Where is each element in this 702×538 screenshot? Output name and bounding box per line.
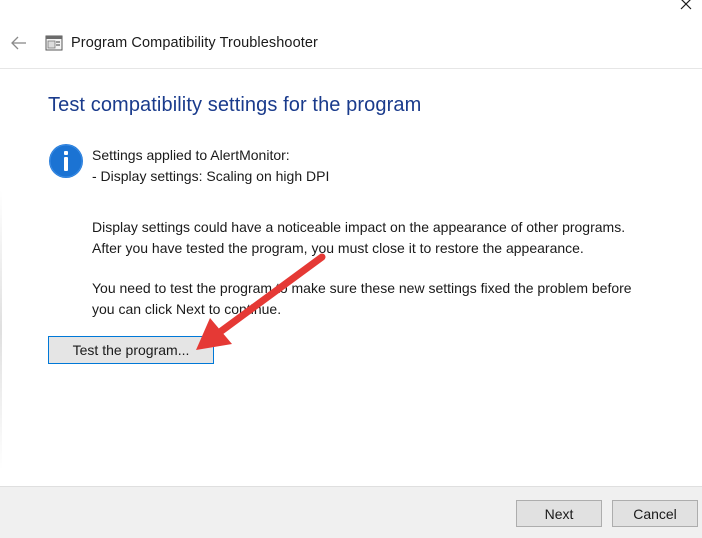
troubleshooter-window: Program Compatibility Troubleshooter Tes… <box>0 0 702 538</box>
settings-applied-label: Settings applied to AlertMonitor: <box>92 147 290 163</box>
footer-bar: Next Cancel <box>0 486 702 538</box>
warning-text-line-1: Display settings could have a noticeable… <box>92 219 626 235</box>
instruction-text-line-1: You need to test the program to make sur… <box>92 280 632 296</box>
header-divider <box>0 68 702 69</box>
page-heading: Test compatibility settings for the prog… <box>48 94 422 116</box>
troubleshooter-app-icon <box>45 35 63 51</box>
next-button[interactable]: Next <box>516 500 602 527</box>
close-icon <box>680 0 692 10</box>
warning-text-line-2: After you have tested the program, you m… <box>92 240 584 256</box>
content-area: Settings applied to AlertMonitor: - Disp… <box>92 145 692 320</box>
window-title: Program Compatibility Troubleshooter <box>71 35 318 51</box>
instruction-text-line-2: you can click Next to continue. <box>92 301 282 317</box>
cancel-button[interactable]: Cancel <box>612 500 698 527</box>
test-program-button[interactable]: Test the program... <box>48 336 214 364</box>
close-button[interactable] <box>674 0 698 14</box>
window-edge-shadow <box>0 190 2 470</box>
info-icon <box>49 144 83 178</box>
navigation-bar: Program Compatibility Troubleshooter <box>0 26 702 60</box>
display-settings-label: - Display settings: Scaling on high DPI <box>92 168 330 184</box>
back-arrow-icon <box>11 36 26 50</box>
back-button[interactable] <box>7 31 31 55</box>
